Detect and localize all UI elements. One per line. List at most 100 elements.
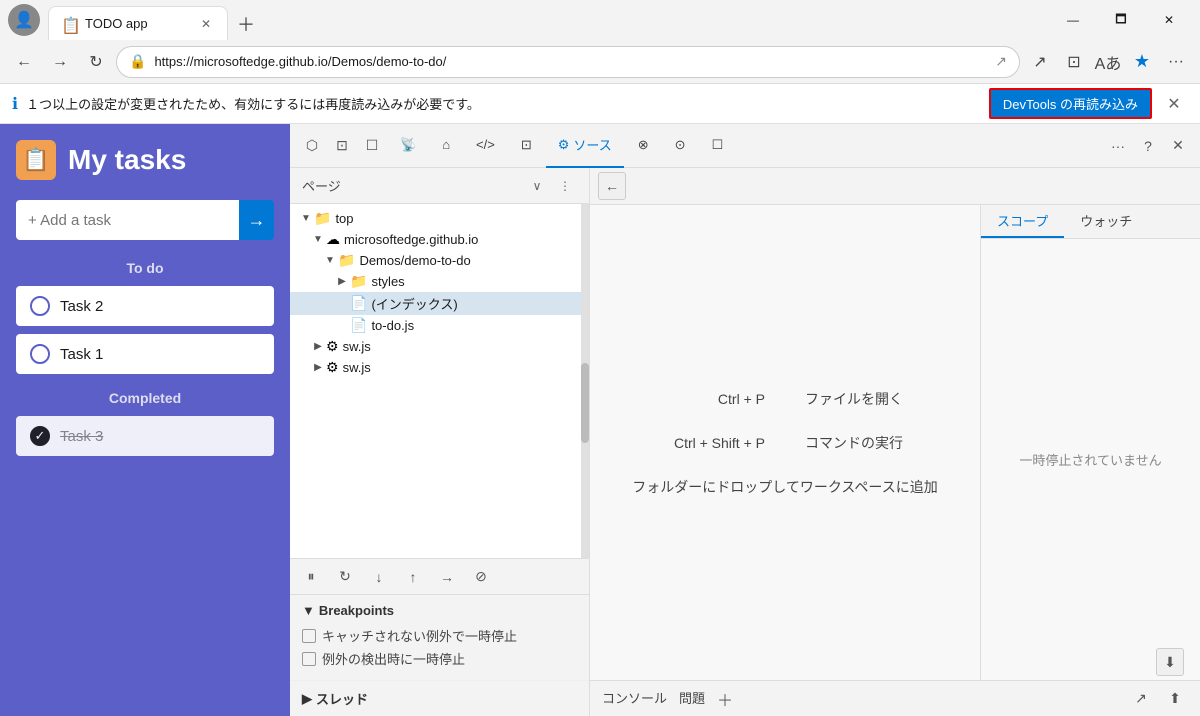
- console-add-button[interactable]: ＋: [717, 687, 733, 711]
- breakpoint-item-2[interactable]: 例外の検出時に一時停止: [302, 649, 577, 668]
- editor-and-scope: Ctrl + P ファイルを開く Ctrl + Shift + P コマンドの実…: [590, 205, 1200, 680]
- tree-item-sw2[interactable]: ▶ ⚙ sw.js: [290, 357, 589, 378]
- devtools-tab-sources[interactable]: ⚙ ソース: [546, 124, 624, 168]
- tab-close-button[interactable]: ✕: [197, 15, 215, 33]
- folder-icon-demos: 📁: [338, 252, 355, 269]
- task-2-checkbox[interactable]: [30, 296, 50, 316]
- console-dock-button[interactable]: ⬆: [1162, 686, 1188, 712]
- more-button[interactable]: ···: [1160, 46, 1192, 78]
- inspect-element-button[interactable]: ⬡: [298, 132, 326, 160]
- bp-checkbox-2[interactable]: [302, 652, 316, 666]
- tree-item-index[interactable]: 📄 (インデックス): [290, 292, 589, 315]
- devtools-tab-home[interactable]: ⌂: [430, 124, 462, 168]
- device-toggle-button[interactable]: ⊡: [328, 132, 356, 160]
- minimize-button[interactable]: —: [1050, 4, 1096, 36]
- address-text: https://microsoftedge.github.io/Demos/de…: [154, 54, 987, 69]
- devtools-tab-console[interactable]: ⊡: [509, 124, 544, 168]
- bp-checkbox-1[interactable]: [302, 629, 316, 643]
- devtools-reload-button[interactable]: DevTools の再読み込み: [989, 88, 1152, 119]
- editor-toolbar: ←: [590, 168, 1200, 205]
- file-tree-header: ページ ∨ ⋮: [290, 168, 589, 204]
- shortcut-drop-hint: フォルダーにドロップしてワークスペースに追加: [590, 477, 980, 497]
- sources-icon: ⚙: [558, 137, 570, 153]
- profile-icon[interactable]: 👤: [8, 4, 40, 36]
- console-tab-issues[interactable]: 問題: [679, 684, 705, 713]
- file-tree-collapse-button[interactable]: ∨: [525, 174, 549, 198]
- deactivate-button[interactable]: ⊘: [468, 564, 494, 590]
- file-tree-menu-button[interactable]: ⋮: [553, 174, 577, 198]
- new-tab-button[interactable]: ＋: [230, 8, 262, 40]
- tree-item-host[interactable]: ▼ ☁ microsoftedge.github.io: [290, 229, 589, 250]
- devtools-close-button[interactable]: ✕: [1164, 132, 1192, 160]
- scope-tab-scope[interactable]: スコープ: [981, 205, 1064, 238]
- breakpoint-item-1[interactable]: キャッチされない例外で一時停止: [302, 626, 577, 645]
- pause-button[interactable]: ⏸: [298, 564, 324, 590]
- devtools-tab-application[interactable]: ☐: [700, 124, 736, 168]
- tree-item-todo-js[interactable]: 📄 to-do.js: [290, 315, 589, 336]
- browser-frame: 👤 📋 TODO app ✕ ＋ — 🗖 ✕ ← → ↻ 🔒 https://m…: [0, 0, 1200, 716]
- shortcut-desc-2: コマンドの実行: [805, 433, 980, 453]
- close-button[interactable]: ✕: [1146, 4, 1192, 36]
- add-task-input[interactable]: [16, 200, 239, 240]
- file-icon-todo-js: 📄: [350, 317, 367, 334]
- add-task-button[interactable]: →: [239, 200, 274, 240]
- address-bar[interactable]: 🔒 https://microsoftedge.github.io/Demos/…: [116, 46, 1020, 78]
- devtools-tab-wireless[interactable]: 📡: [388, 124, 428, 168]
- sidebar-toggle-button[interactable]: ☐: [358, 132, 386, 160]
- devtools-tab-network[interactable]: ⊗: [626, 124, 661, 168]
- back-button[interactable]: ←: [8, 46, 40, 78]
- console-tab-console[interactable]: コンソール: [602, 684, 667, 713]
- shortcut-desc-1: ファイルを開く: [805, 389, 980, 409]
- active-tab[interactable]: 📋 TODO app ✕: [48, 6, 228, 40]
- notification-close-button[interactable]: ✕: [1160, 90, 1188, 118]
- threads-arrow: ▶: [302, 691, 312, 707]
- read-aloud-button[interactable]: Aあ: [1092, 46, 1124, 78]
- step-out-button[interactable]: ↑: [400, 564, 426, 590]
- tree-label-index: (インデックス): [371, 294, 457, 313]
- breakpoints-title[interactable]: ▼ Breakpoints: [302, 603, 577, 618]
- todo-header: 📋 My tasks: [16, 140, 274, 180]
- devtools-tab-elements[interactable]: </>: [464, 124, 507, 168]
- tree-label-host: microsoftedge.github.io: [344, 232, 478, 247]
- favorites-button[interactable]: ★: [1126, 46, 1158, 78]
- task-3-checkbox[interactable]: ✓: [30, 426, 50, 446]
- step-over-button[interactable]: ↻: [332, 564, 358, 590]
- editor-back-button[interactable]: ←: [598, 172, 626, 200]
- task-item-completed[interactable]: ✓ Task 3: [16, 416, 274, 456]
- devtools-tab-performance[interactable]: ⊙: [663, 124, 698, 168]
- debugger-section: ⏸ ↻ ↓ ↑ → ⊘ ▼ Breakpoints: [290, 558, 589, 716]
- task-1-checkbox[interactable]: [30, 344, 50, 364]
- tree-label-todo-js: to-do.js: [371, 318, 414, 333]
- scope-tab-watch[interactable]: ウォッチ: [1064, 205, 1148, 238]
- file-tree-content[interactable]: ▼ 📁 top ▼ ☁ microsoftedge.github.io ▼ 📁: [290, 204, 589, 558]
- sources-label: ソース: [573, 135, 611, 154]
- step-into-button[interactable]: ↓: [366, 564, 392, 590]
- console-popout-button[interactable]: ↗: [1128, 686, 1154, 712]
- task-item[interactable]: Task 2: [16, 286, 274, 326]
- gear-icon-sw2: ⚙: [326, 359, 339, 376]
- navigation-bar: ← → ↻ 🔒 https://microsoftedge.github.io/…: [0, 40, 1200, 84]
- tree-item-styles[interactable]: ▶ 📁 styles: [290, 271, 589, 292]
- task-item[interactable]: Task 1: [16, 334, 274, 374]
- collections-button[interactable]: ⊡: [1058, 46, 1090, 78]
- main-area: 📋 My tasks → To do Task 2 Task 1 Complet…: [0, 124, 1200, 716]
- forward-button[interactable]: →: [44, 46, 76, 78]
- tree-item-sw1[interactable]: ▶ ⚙ sw.js: [290, 336, 589, 357]
- maximize-button[interactable]: 🗖: [1098, 4, 1144, 36]
- task-3-label: Task 3: [60, 428, 103, 445]
- perf-icon: ⊙: [675, 137, 686, 153]
- tree-arrow-host: ▼: [310, 234, 326, 245]
- tree-item-demos[interactable]: ▼ 📁 Demos/demo-to-do: [290, 250, 589, 271]
- title-bar: 👤 📋 TODO app ✕ ＋ — 🗖 ✕: [0, 0, 1200, 40]
- cloud-icon-host: ☁: [326, 231, 340, 248]
- refresh-button[interactable]: ↻: [80, 46, 112, 78]
- devtools-more-button[interactable]: ···: [1104, 132, 1132, 160]
- step-button[interactable]: →: [434, 564, 460, 590]
- download-icon[interactable]: ⬇: [1156, 648, 1184, 676]
- devtools-help-button[interactable]: ?: [1134, 132, 1162, 160]
- share-button[interactable]: ↗: [1024, 46, 1056, 78]
- tree-item-top[interactable]: ▼ 📁 top: [290, 208, 589, 229]
- shortcut-row-2: Ctrl + Shift + P コマンドの実行: [590, 433, 980, 453]
- threads-title[interactable]: ▶ スレッド: [302, 689, 577, 708]
- todo-sidebar: 📋 My tasks → To do Task 2 Task 1 Complet…: [0, 124, 290, 716]
